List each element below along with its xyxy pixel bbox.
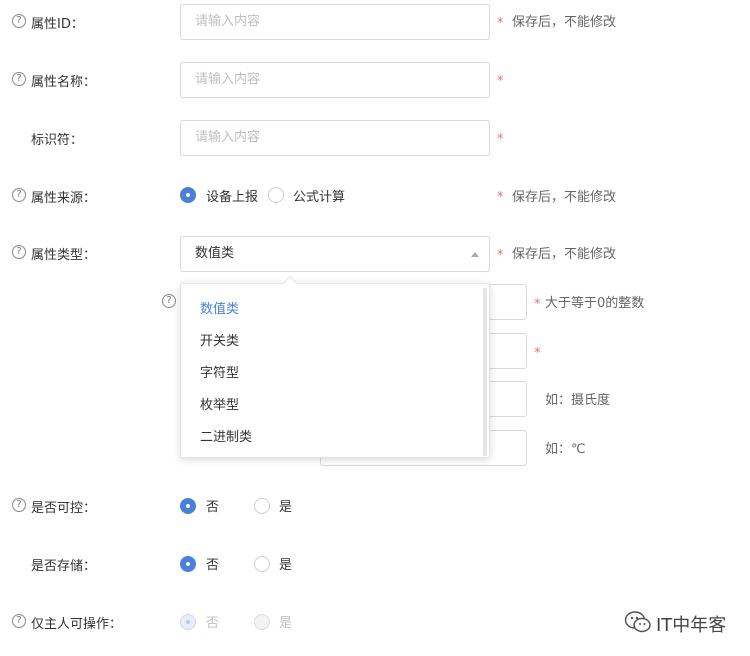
help-icon[interactable]: ? [12,245,26,259]
radio-stored-yes-label[interactable]: 是 [279,554,292,573]
attr-source-label: 属性来源： [31,191,97,206]
required-mark: * [497,132,504,147]
owner-only-label: 仅主人可操作： [31,617,123,632]
required-mark: * [534,297,541,312]
radio-controllable-yes-label[interactable]: 是 [279,496,292,515]
help-icon[interactable]: ? [12,614,26,628]
help-icon[interactable]: ? [12,14,26,28]
dropdown-option[interactable]: 枚举型 [200,394,239,413]
help-icon[interactable]: ? [162,294,176,308]
identifier-label: 标识符： [31,133,84,148]
radio-stored-yes[interactable] [254,556,270,572]
attr-id-input[interactable]: 请输入内容 [180,4,490,40]
radio-owner-only-no[interactable] [180,614,196,630]
attr-name-input[interactable]: 请输入内容 [180,62,490,98]
attr-id-label: 属性ID： [31,17,84,32]
attr-source-hint: 保存后，不能修改 [512,190,617,205]
unit-symbol-hint: 如：℃ [545,442,586,457]
radio-owner-only-yes-label[interactable]: 是 [279,612,292,631]
wechat-icon [624,611,651,633]
dropdown-option[interactable]: 数值类 [200,298,239,317]
attr-type-label: 属性类型： [31,248,97,263]
radio-owner-only-yes[interactable] [254,614,270,630]
stored-label: 是否存储： [31,559,97,574]
radio-controllable-no[interactable] [180,498,196,514]
chevron-up-icon [471,252,479,257]
help-icon[interactable]: ? [12,188,26,202]
required-mark: * [534,346,541,361]
attr-name-label: 属性名称： [31,75,97,90]
help-icon[interactable]: ? [12,72,26,86]
dropdown-scrollbar[interactable] [483,288,487,456]
controllable-label: 是否可控： [31,501,97,516]
dropdown-option[interactable]: 字符型 [200,362,239,381]
radio-owner-only-no-label[interactable]: 否 [206,612,219,631]
radio-controllable-no-label[interactable]: 否 [206,496,219,515]
required-mark: * [497,16,504,31]
dropdown-option[interactable]: 二进制类 [200,426,252,445]
help-icon[interactable]: ? [12,498,26,512]
attr-type-dropdown: 数值类 开关类 字符型 枚举型 二进制类 [180,283,490,458]
radio-source-device[interactable] [180,187,196,203]
required-mark: * [497,248,504,263]
attr-type-select[interactable]: 数值类 [180,236,490,272]
watermark-text: IT中年客 [656,615,727,636]
required-mark: * [497,74,504,89]
radio-stored-no-label[interactable]: 否 [206,554,219,573]
identifier-input[interactable]: 请输入内容 [180,120,490,156]
attr-id-hint: 保存后，不能修改 [512,15,617,30]
radio-stored-no[interactable] [180,556,196,572]
unit-name-hint: 如：摄氏度 [545,393,611,408]
required-mark: * [497,190,504,205]
attr-type-hint: 保存后，不能修改 [512,247,617,262]
radio-source-formula-label[interactable]: 公式计算 [293,186,345,205]
decimals-hint: 大于等于0的整数 [545,296,645,311]
dropdown-option[interactable]: 开关类 [200,330,239,349]
radio-source-device-label[interactable]: 设备上报 [206,186,258,205]
radio-controllable-yes[interactable] [254,498,270,514]
attr-type-select-value: 数值类 [195,246,235,261]
radio-source-formula[interactable] [268,187,284,203]
